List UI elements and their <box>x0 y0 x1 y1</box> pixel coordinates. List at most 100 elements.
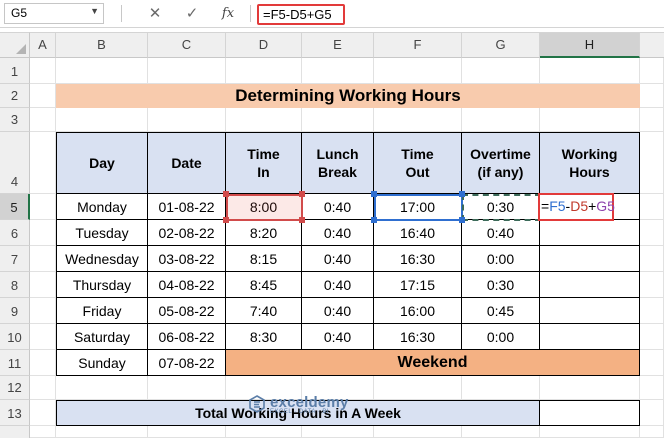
grid-cell[interactable] <box>640 108 664 132</box>
grid-cell[interactable] <box>226 58 302 84</box>
grid-cell[interactable] <box>640 220 664 246</box>
cell-time-out[interactable]: 16:00 <box>374 298 462 324</box>
grid-cell[interactable] <box>148 426 226 438</box>
header-day[interactable]: Day <box>56 132 148 194</box>
grid-cell[interactable] <box>302 58 374 84</box>
cell-time-in[interactable]: 8:15 <box>226 246 302 272</box>
row-header-3[interactable]: 3 <box>0 108 30 132</box>
grid-cell[interactable] <box>462 108 540 132</box>
grid-cell[interactable] <box>640 376 664 400</box>
cell-overtime[interactable]: 0:30 <box>462 194 540 220</box>
row-header-7[interactable]: 7 <box>0 246 30 272</box>
cell-overtime[interactable]: 0:00 <box>462 246 540 272</box>
handle[interactable] <box>299 217 305 223</box>
grid-cell[interactable] <box>30 84 56 108</box>
handle[interactable] <box>299 191 305 197</box>
column-header-g[interactable]: G <box>462 32 540 58</box>
grid-cell[interactable] <box>640 350 664 376</box>
cell-time-out[interactable]: 17:15 <box>374 272 462 298</box>
column-header-h[interactable]: H <box>540 32 640 58</box>
cell-working-hours[interactable] <box>540 324 640 350</box>
handle[interactable] <box>223 217 229 223</box>
grid-cell[interactable] <box>30 400 56 426</box>
grid-cell[interactable] <box>30 324 56 350</box>
cell-time-in[interactable]: 7:40 <box>226 298 302 324</box>
column-header-d[interactable]: D <box>226 32 302 58</box>
cell-date-sunday[interactable]: 07-08-22 <box>148 350 226 376</box>
cell-working-hours[interactable] <box>540 298 640 324</box>
cell-overtime[interactable]: 0:45 <box>462 298 540 324</box>
grid-cell[interactable] <box>148 376 226 400</box>
header-time-out[interactable]: Time Out <box>374 132 462 194</box>
grid-cell[interactable] <box>640 84 664 108</box>
cell-day[interactable]: Wednesday <box>56 246 148 272</box>
cell-date[interactable]: 02-08-22 <box>148 220 226 246</box>
cell-day[interactable]: Friday <box>56 298 148 324</box>
grid-cell[interactable] <box>302 426 374 438</box>
row-header-6[interactable]: 6 <box>0 220 30 246</box>
cell-lunch-break[interactable]: 0:40 <box>302 194 374 220</box>
cell-overtime[interactable]: 0:40 <box>462 220 540 246</box>
cell-overtime[interactable]: 0:30 <box>462 272 540 298</box>
grid-cell[interactable] <box>462 58 540 84</box>
cell-time-out[interactable]: 17:00 <box>374 194 462 220</box>
cell-lunch-break[interactable]: 0:40 <box>302 246 374 272</box>
grid-cell[interactable] <box>148 58 226 84</box>
grid-cell[interactable] <box>374 108 462 132</box>
grid-cell[interactable] <box>56 58 148 84</box>
grid-cell[interactable] <box>30 272 56 298</box>
grid-cell[interactable] <box>540 426 640 438</box>
row-header-11[interactable]: 11 <box>0 350 30 376</box>
cell-date[interactable]: 01-08-22 <box>148 194 226 220</box>
cell-overtime[interactable]: 0:00 <box>462 324 540 350</box>
grid-cell[interactable] <box>30 426 56 438</box>
grid-cell[interactable] <box>302 108 374 132</box>
cell-time-in[interactable]: 8:20 <box>226 220 302 246</box>
chevron-down-icon[interactable]: ▼ <box>90 6 99 16</box>
check-icon[interactable]: ✓ <box>181 4 203 24</box>
column-header-b[interactable]: B <box>56 32 148 58</box>
row-header-5[interactable]: 5 <box>0 194 30 220</box>
grid-cell[interactable] <box>640 194 664 220</box>
header-lunch-break[interactable]: Lunch Break <box>302 132 374 194</box>
grid-cell[interactable] <box>30 350 56 376</box>
cancel-x-icon[interactable]: ✕ <box>144 4 166 24</box>
cell-time-out[interactable]: 16:30 <box>374 324 462 350</box>
grid-cell[interactable] <box>30 132 56 194</box>
row-header-8[interactable]: 8 <box>0 272 30 298</box>
total-value-cell[interactable] <box>540 400 640 426</box>
insert-function-icon[interactable]: fx <box>217 4 239 24</box>
grid-cell[interactable] <box>540 108 640 132</box>
grid-cell[interactable] <box>56 376 148 400</box>
formula-input[interactable]: =F5-D5+G5 <box>257 4 345 25</box>
row-header-4[interactable]: 4 <box>0 132 30 194</box>
grid-cell[interactable] <box>30 376 56 400</box>
grid-cell[interactable] <box>148 108 226 132</box>
row-header-10[interactable]: 10 <box>0 324 30 350</box>
cell-date[interactable]: 04-08-22 <box>148 272 226 298</box>
header-overtime[interactable]: Overtime (if any) <box>462 132 540 194</box>
grid-cell[interactable] <box>462 426 540 438</box>
cell-day[interactable]: Tuesday <box>56 220 148 246</box>
cell-lunch-break[interactable]: 0:40 <box>302 324 374 350</box>
grid-cell[interactable] <box>30 108 56 132</box>
row-header-12[interactable]: 12 <box>0 376 30 400</box>
column-header-f[interactable]: F <box>374 32 462 58</box>
cell-time-in[interactable]: 8:45 <box>226 272 302 298</box>
select-all-button[interactable] <box>0 32 30 58</box>
cell-day[interactable]: Monday <box>56 194 148 220</box>
grid-cell[interactable] <box>640 400 664 426</box>
cell-day[interactable]: Thursday <box>56 272 148 298</box>
cell-time-in[interactable]: 8:00 <box>226 194 302 220</box>
handle[interactable] <box>371 217 377 223</box>
cell-lunch-break[interactable]: 0:40 <box>302 272 374 298</box>
header-date[interactable]: Date <box>148 132 226 194</box>
cell-day[interactable]: Saturday <box>56 324 148 350</box>
cell-working-hours[interactable] <box>540 220 640 246</box>
handle[interactable] <box>459 191 465 197</box>
cell-lunch-break[interactable]: 0:40 <box>302 298 374 324</box>
grid-cell[interactable] <box>30 246 56 272</box>
header-working-hours[interactable]: Working Hours <box>540 132 640 194</box>
weekend-merged-cell[interactable]: Weekend <box>226 350 640 376</box>
grid-cell[interactable] <box>640 272 664 298</box>
